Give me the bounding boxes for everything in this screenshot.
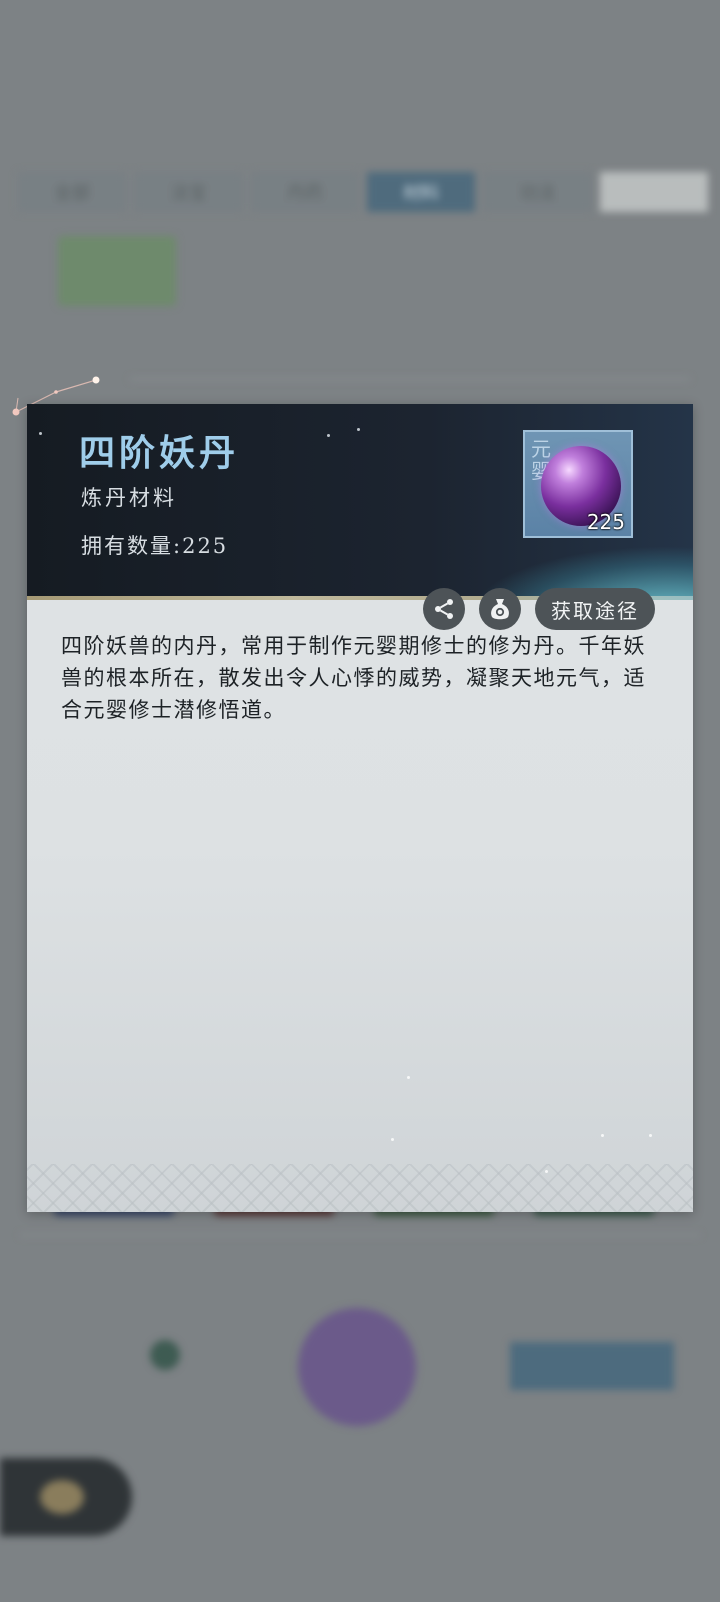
- sparkle-decoration: [391, 1138, 394, 1141]
- acquire-source-button[interactable]: 获取途径: [535, 588, 655, 630]
- star-decoration: [357, 428, 360, 431]
- share-icon: [435, 599, 453, 619]
- action-row: 获取途径: [423, 588, 655, 630]
- tab-treasure: 法宝: [134, 172, 243, 212]
- item-name: 四阶妖丹: [79, 432, 240, 474]
- money-bag-button[interactable]: [479, 588, 521, 630]
- sparkle-decoration: [407, 1076, 410, 1079]
- owned-label: 拥有数量:: [81, 534, 183, 558]
- background-badge: [150, 1340, 180, 1370]
- item-icon-count: 225: [586, 510, 625, 534]
- sparkle-decoration: [545, 1170, 548, 1173]
- card-header: 四阶妖丹 炼丹材料 拥有数量:225 元婴 225: [27, 404, 693, 600]
- background-divider: [130, 378, 690, 380]
- sparkle-decoration: [601, 1134, 604, 1137]
- star-decoration: [327, 434, 330, 437]
- background-orb-icon: [298, 1308, 416, 1426]
- sparkle-decoration: [649, 1134, 652, 1137]
- search-tab: [599, 172, 708, 212]
- background-thumbnail: [58, 236, 176, 306]
- star-decoration: [39, 432, 42, 435]
- item-type: 炼丹材料: [81, 486, 177, 510]
- item-detail-card: 四阶妖丹 炼丹材料 拥有数量:225 元婴 225 获取途径 四阶妖兽的内丹，常…: [27, 404, 693, 1212]
- background-divider: [20, 1234, 700, 1236]
- money-bag-icon: [491, 599, 509, 620]
- tab-pill: 丹药: [250, 172, 359, 212]
- category-tabs: 全部 法宝 丹药 材料 功法: [18, 172, 708, 212]
- item-icon-frame: 元婴 225: [523, 430, 633, 538]
- item-description: 四阶妖兽的内丹，常用于制作元婴期修士的修为丹。千年妖兽的根本所在，散发出令人心悸…: [61, 634, 646, 722]
- owned-count-row: 拥有数量:225: [81, 530, 228, 560]
- back-button[interactable]: [0, 1458, 132, 1536]
- tab-all: 全部: [18, 172, 127, 212]
- tab-material: 材料: [366, 172, 476, 212]
- tab-skill: 功法: [483, 172, 592, 212]
- share-button[interactable]: [423, 588, 465, 630]
- background-action-button: [510, 1342, 674, 1390]
- owned-count: 225: [182, 534, 229, 558]
- card-pattern: [27, 1164, 693, 1212]
